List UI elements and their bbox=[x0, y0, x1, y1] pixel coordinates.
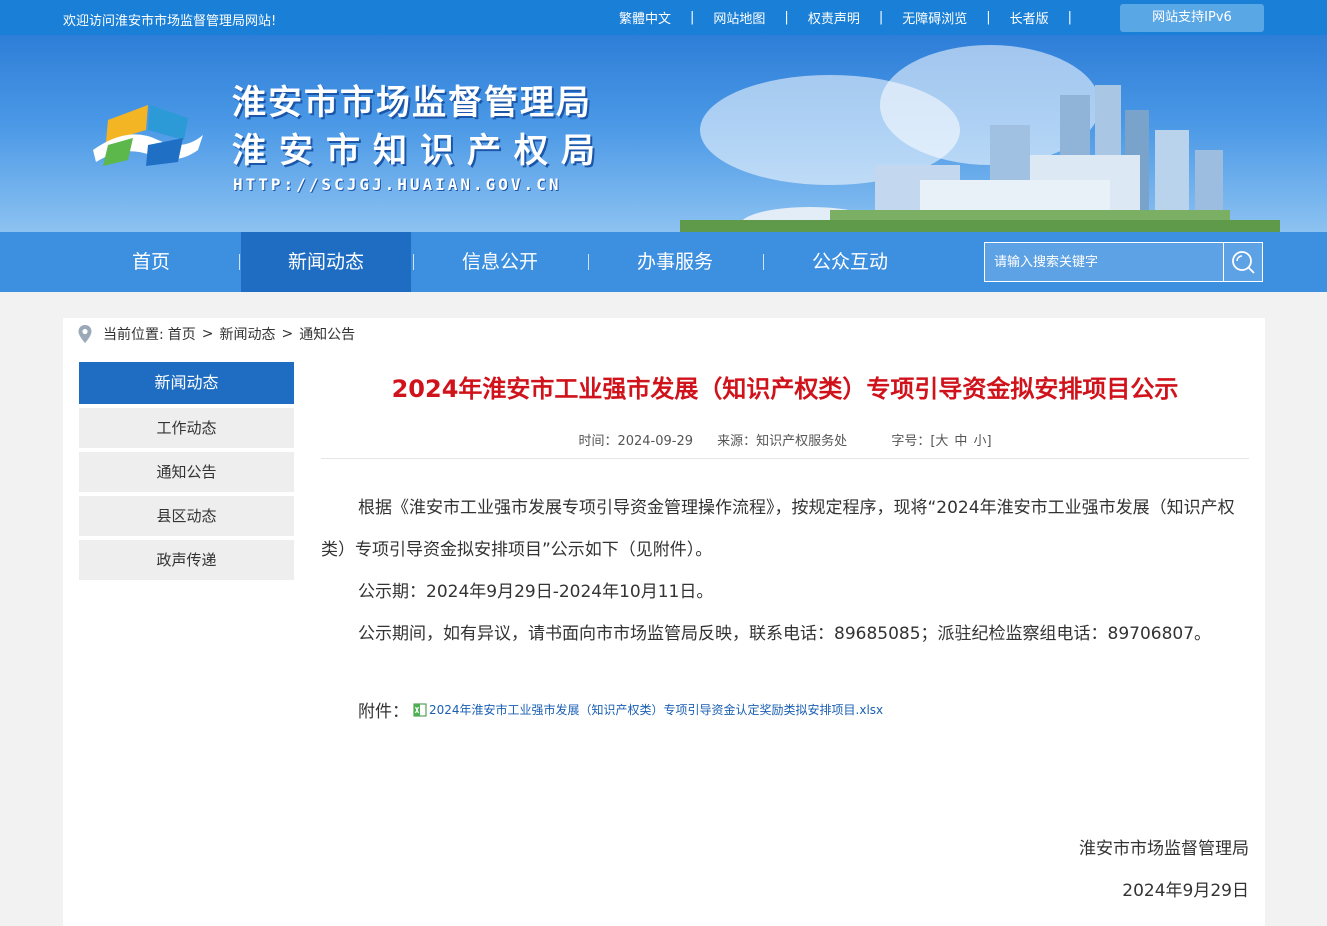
nav-services[interactable]: 办事服务 bbox=[590, 232, 760, 292]
nav-divider bbox=[763, 254, 764, 270]
nav-news[interactable]: 新闻动态 bbox=[241, 232, 411, 292]
font-size-control: 字号：[大中小] bbox=[891, 434, 991, 449]
link-disclaimer[interactable]: 权责声明 bbox=[789, 8, 879, 27]
article-source: 来源：知识产权服务处 bbox=[717, 434, 848, 449]
nav-divider bbox=[413, 254, 414, 270]
article-title: 2024年淮安市工业强市发展（知识产权类）专项引导资金拟安排项目公示 bbox=[391, 375, 1179, 403]
search-button[interactable] bbox=[1223, 243, 1262, 281]
link-traditional-chinese[interactable]: 繁體中文 bbox=[600, 8, 690, 27]
font-size-large[interactable]: 大 bbox=[935, 434, 948, 449]
signature-org: 淮安市市场监督管理局 bbox=[1079, 839, 1249, 859]
breadcrumb-notices[interactable]: 通知公告 bbox=[299, 324, 355, 344]
font-size-small[interactable]: 小 bbox=[973, 434, 986, 449]
search-icon bbox=[1232, 251, 1255, 274]
nav-interaction[interactable]: 公众互动 bbox=[765, 232, 935, 292]
article-paragraph: 根据《淮安市工业强市发展专项引导资金管理操作流程》，按规定程序，现将“2024年… bbox=[321, 498, 1235, 560]
divider bbox=[321, 458, 1249, 459]
breadcrumb-home[interactable]: 首页 bbox=[168, 324, 196, 344]
signature-date: 2024年9月29日 bbox=[1122, 881, 1249, 901]
sidebar-item-policy-voice[interactable]: 政声传递 bbox=[79, 540, 294, 580]
font-size-medium[interactable]: 中 bbox=[954, 434, 967, 449]
main-nav: 首页 新闻动态 信息公开 办事服务 公众互动 bbox=[0, 232, 1327, 292]
logo-icon bbox=[93, 105, 203, 166]
link-elder-version[interactable]: 长者版 bbox=[991, 8, 1068, 27]
content-panel: 当前位置: 首页 > 新闻动态 > 通知公告 新闻动态 工作动态 通知公告 县区… bbox=[63, 318, 1265, 926]
article-meta: 时间：2024-09-29 来源：知识产权服务处 字号：[大中小] bbox=[321, 430, 1249, 449]
nav-divider bbox=[239, 254, 240, 270]
breadcrumb: 当前位置: 首页 > 新闻动态 > 通知公告 bbox=[77, 323, 355, 345]
link-sitemap[interactable]: 网站地图 bbox=[694, 8, 784, 27]
breadcrumb-news[interactable]: 新闻动态 bbox=[219, 324, 275, 344]
site-title-primary: 淮安市市场监督管理局 bbox=[232, 83, 592, 123]
article-paragraph: 公示期：2024年9月29日-2024年10月11日。 bbox=[358, 582, 714, 602]
sidebar-item-county-news[interactable]: 县区动态 bbox=[79, 496, 294, 536]
article-time: 时间：2024-09-29 bbox=[578, 434, 694, 449]
sidebar: 新闻动态 工作动态 通知公告 县区动态 政声传递 bbox=[79, 362, 294, 580]
sidebar-heading: 新闻动态 bbox=[79, 362, 294, 404]
article-body: 根据《淮安市工业强市发展专项引导资金管理操作流程》，按规定程序，现将“2024年… bbox=[321, 487, 1249, 655]
link-accessibility[interactable]: 无障碍浏览 bbox=[883, 8, 986, 27]
font-size-label: 字号：[ bbox=[891, 434, 936, 449]
sidebar-item-notices[interactable]: 通知公告 bbox=[79, 452, 294, 492]
top-links: 繁體中文 | 网站地图 | 权责声明 | 无障碍浏览 | 长者版 | bbox=[600, 0, 1072, 35]
welcome-text: 欢迎访问淮安市市场监督管理局网站! bbox=[63, 14, 277, 29]
location-pin-icon bbox=[78, 325, 92, 343]
header-banner: 淮安市市场监督管理局 淮安市知识产权局 HTTP://SCJGJ.HUAIAN.… bbox=[0, 35, 1327, 232]
attachment-row: 附件： 2024年淮安市工业强市发展（知识产权类）专项引导资金认定奖励类拟安排项… bbox=[321, 697, 1249, 722]
top-bar: 欢迎访问淮安市市场监督管理局网站! 繁體中文 | 网站地图 | 权责声明 | 无… bbox=[0, 0, 1327, 35]
attachment-link[interactable]: 2024年淮安市工业强市发展（知识产权类）专项引导资金认定奖励类拟安排项目.xl… bbox=[429, 701, 883, 718]
attachment-label: 附件： bbox=[358, 702, 409, 722]
breadcrumb-prefix: 当前位置: bbox=[103, 327, 164, 343]
city-skyline-image bbox=[680, 85, 1280, 232]
excel-file-icon bbox=[413, 703, 427, 716]
search-input[interactable] bbox=[985, 243, 1223, 281]
nav-info-public[interactable]: 信息公开 bbox=[415, 232, 585, 292]
article-paragraph: 公示期间，如有异议，请书面向市市场监管局反映，联系电话：89685085；派驻纪… bbox=[358, 624, 1212, 644]
nav-home[interactable]: 首页 bbox=[66, 232, 236, 292]
breadcrumb-separator: > bbox=[201, 326, 214, 342]
nav-divider bbox=[588, 254, 589, 270]
search-box bbox=[984, 242, 1263, 282]
article: 2024年淮安市工业强市发展（知识产权类）专项引导资金拟安排项目公示 时间：20… bbox=[321, 362, 1249, 722]
site-title-secondary: 淮安市知识产权局 bbox=[232, 131, 608, 171]
breadcrumb-separator: > bbox=[281, 326, 294, 342]
ipv6-button[interactable]: 网站支持IPv6 bbox=[1120, 4, 1264, 32]
sidebar-item-work-news[interactable]: 工作动态 bbox=[79, 408, 294, 448]
separator: | bbox=[1067, 10, 1073, 25]
site-url: HTTP://SCJGJ.HUAIAN.GOV.CN bbox=[233, 175, 562, 194]
font-size-close: ] bbox=[986, 434, 992, 449]
